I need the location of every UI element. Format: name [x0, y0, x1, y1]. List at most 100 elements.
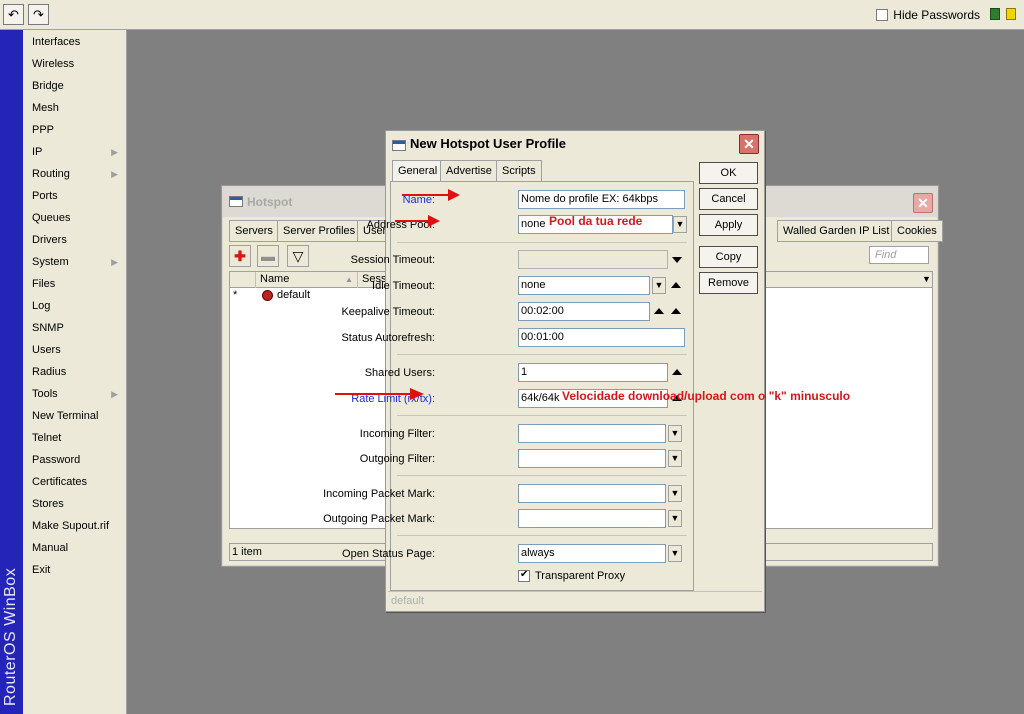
- sidebar-item-label: Interfaces: [32, 36, 81, 48]
- sidebar-item-label: Telnet: [32, 432, 62, 444]
- sidebar-item-radius[interactable]: Radius: [32, 362, 124, 382]
- brand-label: RouterOS WinBox: [2, 567, 19, 706]
- sidebar-item-certificates[interactable]: Certificates: [32, 472, 124, 492]
- sidebar-item-bridge[interactable]: Bridge: [32, 76, 124, 96]
- sidebar-item-stores[interactable]: Stores: [32, 494, 124, 514]
- sidebar-item-make-supout-rif[interactable]: Make Supout.rif: [32, 516, 124, 536]
- idle-timeout-select[interactable]: none: [518, 276, 650, 295]
- tab-server-profiles[interactable]: Server Profiles: [277, 220, 362, 242]
- sidebar-item-wireless[interactable]: Wireless: [32, 54, 124, 74]
- remove-button[interactable]: Remove: [699, 272, 758, 294]
- tab-advertise[interactable]: Advertise: [440, 160, 498, 182]
- filter-icon[interactable]: ▽: [287, 245, 309, 267]
- ok-button[interactable]: OK: [699, 162, 758, 184]
- transparent-proxy-label: Transparent Proxy: [535, 570, 626, 582]
- find-input[interactable]: Find: [869, 246, 929, 264]
- sidebar-item-files[interactable]: Files: [32, 274, 124, 294]
- sidebar-item-system[interactable]: System ▶: [32, 252, 124, 272]
- sidebar-item-snmp[interactable]: SNMP: [32, 318, 124, 338]
- expand-down-icon[interactable]: [672, 257, 682, 263]
- collapse-up-icon[interactable]: [671, 308, 681, 314]
- redo-icon[interactable]: ↷: [28, 4, 49, 25]
- close-icon[interactable]: ✕: [739, 134, 759, 154]
- chevron-down-icon[interactable]: ▼: [668, 425, 682, 442]
- collapse-up-icon[interactable]: [671, 282, 681, 288]
- sidebar-item-routing[interactable]: Routing ▶: [32, 164, 124, 184]
- sidebar-item-label: Exit: [32, 564, 51, 576]
- collapse-up-icon[interactable]: [672, 369, 682, 375]
- outgoing-packet-mark-select[interactable]: [518, 509, 666, 528]
- idle-timeout-label: Idle Timeout:: [372, 280, 435, 292]
- submenu-arrow-icon: ▶: [111, 169, 118, 179]
- address-pool-annotation: Pool da tua rede: [549, 214, 643, 228]
- close-icon[interactable]: ✕: [913, 193, 933, 213]
- sidebar-item-log[interactable]: Log: [32, 296, 124, 316]
- status-autorefresh-input[interactable]: 00:01:00: [518, 328, 685, 347]
- column-flag: [230, 272, 256, 288]
- dialog-title-bar[interactable]: New Hotspot User Profile: [386, 131, 764, 157]
- sidebar-item-label: Wireless: [32, 58, 75, 70]
- divider: [397, 415, 687, 416]
- copy-button[interactable]: Copy: [699, 246, 758, 268]
- chevron-down-icon[interactable]: ▼: [652, 277, 666, 294]
- sidebar-item-ports[interactable]: Ports: [32, 186, 124, 206]
- outgoing-filter-label: Outgoing Filter:: [359, 453, 435, 465]
- collapse-up-icon[interactable]: [654, 308, 664, 314]
- keepalive-timeout-input[interactable]: 00:02:00: [518, 302, 650, 321]
- sidebar-item-label: PPP: [32, 124, 55, 136]
- sidebar-item-label: System: [32, 256, 69, 268]
- tab-cookies[interactable]: Cookies: [891, 220, 943, 242]
- shared-users-input[interactable]: 1: [518, 363, 668, 382]
- apply-button[interactable]: Apply: [699, 214, 758, 236]
- outgoing-filter-select[interactable]: [518, 449, 666, 468]
- incoming-packet-mark-select[interactable]: [518, 484, 666, 503]
- tab-general[interactable]: General: [392, 160, 444, 182]
- column-name[interactable]: Name ▲: [256, 272, 358, 288]
- remove-icon[interactable]: ▬: [257, 245, 279, 267]
- sidebar-item-label: Password: [32, 454, 81, 466]
- row-flag: *: [233, 289, 238, 301]
- tab-walled-garden-ip-list[interactable]: Walled Garden IP List: [777, 220, 896, 242]
- sidebar-item-exit[interactable]: Exit: [32, 560, 124, 580]
- tab-scripts[interactable]: Scripts: [496, 160, 542, 182]
- chevron-down-icon[interactable]: ▼: [668, 485, 682, 502]
- sidebar-item-new-terminal[interactable]: New Terminal: [32, 406, 124, 426]
- sidebar-item-drivers[interactable]: Drivers: [32, 230, 124, 250]
- sidebar-item-interfaces[interactable]: Interfaces: [32, 32, 124, 52]
- transparent-proxy-toggle[interactable]: Transparent Proxy: [518, 569, 626, 582]
- window-icon: [392, 140, 406, 151]
- sidebar-item-ip[interactable]: IP ▶: [32, 142, 124, 162]
- sidebar-item-queues[interactable]: Queues: [32, 208, 124, 228]
- open-status-page-select[interactable]: always: [518, 544, 666, 563]
- sidebar-item-manual[interactable]: Manual: [32, 538, 124, 558]
- sidebar-item-label: Files: [32, 278, 56, 290]
- tab-servers[interactable]: Servers: [229, 220, 279, 242]
- hide-passwords-toggle[interactable]: Hide Passwords: [876, 8, 980, 22]
- hide-passwords-checkbox[interactable]: [876, 9, 889, 21]
- sidebar-item-label: Routing: [32, 168, 70, 180]
- sidebar-item-telnet[interactable]: Telnet: [32, 428, 124, 448]
- sidebar-item-label: Bridge: [32, 80, 64, 92]
- incoming-packet-mark-label: Incoming Packet Mark:: [323, 488, 435, 500]
- incoming-filter-select[interactable]: [518, 424, 666, 443]
- sidebar-item-tools[interactable]: Tools ▶: [32, 384, 124, 404]
- columns-dropdown-icon[interactable]: ▼: [918, 272, 932, 288]
- chevron-down-icon[interactable]: ▼: [673, 216, 687, 233]
- main-toolbar: ↶ ↷ Hide Passwords: [0, 0, 1024, 30]
- name-input[interactable]: Nome do profile EX: 64kbps: [518, 190, 685, 209]
- sidebar-item-password[interactable]: Password: [32, 450, 124, 470]
- session-timeout-input: [518, 250, 668, 269]
- chevron-down-icon[interactable]: ▼: [668, 545, 682, 562]
- undo-icon[interactable]: ↶: [3, 4, 24, 25]
- sidebar-item-mesh[interactable]: Mesh: [32, 98, 124, 118]
- sidebar-item-ppp[interactable]: PPP: [32, 120, 124, 140]
- chevron-down-icon[interactable]: ▼: [668, 450, 682, 467]
- add-icon[interactable]: ✚: [229, 245, 251, 267]
- row-name: default: [277, 289, 311, 301]
- sidebar-item-users[interactable]: Users: [32, 340, 124, 360]
- transparent-proxy-checkbox[interactable]: [518, 569, 530, 582]
- cancel-button[interactable]: Cancel: [699, 188, 758, 210]
- sidebar-item-label: Stores: [32, 498, 64, 510]
- chevron-down-icon[interactable]: ▼: [668, 510, 682, 527]
- divider: [397, 535, 687, 536]
